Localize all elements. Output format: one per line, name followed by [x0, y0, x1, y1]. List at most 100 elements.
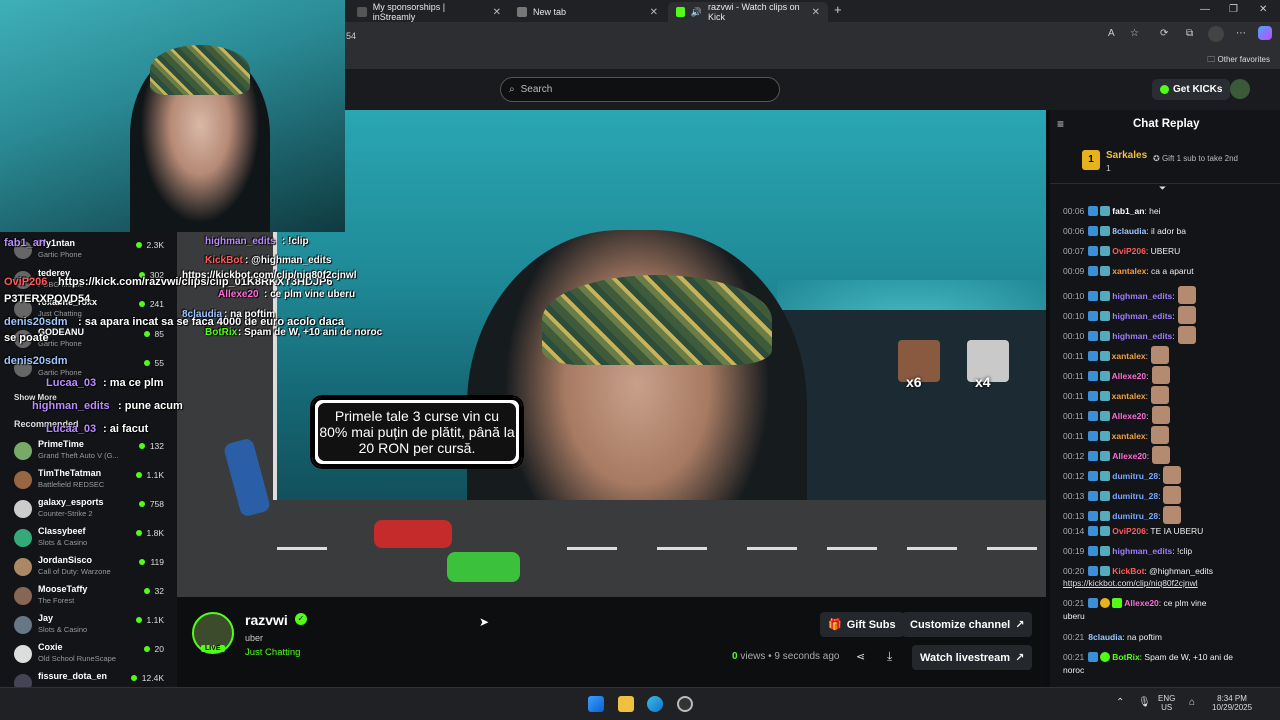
chat-username[interactable]: fab1_an: [1112, 206, 1144, 216]
network-icon[interactable]: ⌂: [1189, 697, 1195, 708]
channel-info-bar: [177, 597, 1046, 687]
refresh-icon[interactable]: ⟳: [1160, 28, 1168, 39]
close-tab-icon[interactable]: ✕: [493, 7, 501, 18]
chat-username[interactable]: Allexe20: [1124, 598, 1159, 608]
chat-username[interactable]: highman_edits: [1112, 311, 1172, 321]
chat-username[interactable]: dumitru_28: [1112, 511, 1158, 521]
tab-kick[interactable]: 🔊 razvwi - Watch clips on Kick ✕: [668, 2, 828, 22]
viewer-count: 1.1K: [136, 470, 165, 480]
sidebar-item[interactable]: MooseTaffy The Forest 32: [14, 583, 164, 611]
sidebar-item[interactable]: galaxy_esports Counter-Strike 2 758: [14, 496, 164, 524]
chat-time: 00:21: [1063, 632, 1085, 642]
chat-username[interactable]: KickBot: [1112, 566, 1144, 576]
favorite-star-icon[interactable]: ☆: [1130, 28, 1139, 39]
maximize-icon[interactable]: ❐: [1229, 4, 1238, 15]
chat-time: 00:11: [1063, 371, 1084, 381]
file-explorer-icon[interactable]: [618, 696, 634, 712]
chat-username[interactable]: Allexe20: [1112, 411, 1147, 421]
chat-username[interactable]: xantalex: [1112, 431, 1146, 441]
channel-name[interactable]: razvwi: [245, 612, 288, 628]
gift-hint-icon: ✪: [1153, 154, 1160, 163]
badge-icon: [1100, 598, 1111, 608]
clock[interactable]: 8:34 PM 10/29/2025: [1212, 694, 1252, 712]
read-aloud-icon[interactable]: A: [1108, 28, 1115, 39]
language-indicator[interactable]: ENG US: [1158, 694, 1175, 712]
minimize-icon[interactable]: —: [1200, 4, 1210, 15]
sidebar-item[interactable]: Coxie Old School RuneScape 20: [14, 641, 164, 669]
chat-username[interactable]: Allexe20: [1112, 371, 1147, 381]
chat-message: 00:10 highman_edits:: [1063, 306, 1196, 324]
channel-game: The Forest: [38, 596, 75, 605]
tab-sponsorships[interactable]: My sponsorships | inStreamly ✕: [349, 2, 509, 22]
profile-icon[interactable]: [1208, 26, 1224, 42]
viewer-count: 119: [139, 557, 164, 567]
avatar: [14, 471, 32, 489]
viewer-count: 2.3K: [136, 240, 165, 250]
microphone-icon[interactable]: 🎙: [1138, 697, 1151, 708]
chat-username[interactable]: highman_edits: [1112, 291, 1172, 301]
chat-username[interactable]: 8claudia: [1088, 632, 1122, 642]
badge-icon: [1088, 471, 1099, 481]
collapse-chat-icon[interactable]: ≡: [1057, 117, 1064, 131]
chat-username[interactable]: OviP206: [1112, 246, 1146, 256]
share-icon[interactable]: ⋖: [856, 650, 865, 663]
edge-browser-icon[interactable]: [647, 696, 663, 712]
sidebar-item[interactable]: PrimeTime Grand Theft Auto V (G... 132: [14, 438, 164, 466]
tab-new[interactable]: New tab ✕: [509, 2, 666, 22]
chat-message: 00:13 dumitru_28:: [1063, 486, 1182, 504]
chat-message: 00:06 fab1_an: hei: [1063, 206, 1160, 216]
chat-username[interactable]: xantalex: [1112, 266, 1146, 276]
filter-icon[interactable]: ⏷: [1159, 183, 1166, 194]
chat-time: 00:13: [1063, 491, 1085, 501]
chat-message: 00:06 8claudia: il ador ba: [1063, 226, 1186, 236]
tray-chevron-icon[interactable]: ⌃: [1116, 697, 1124, 708]
viewer-count: 55: [144, 358, 164, 368]
extensions-icon[interactable]: ⧉: [1186, 28, 1193, 39]
chat-username[interactable]: 8claudia: [1112, 226, 1146, 236]
close-tab-icon[interactable]: ✕: [812, 7, 820, 18]
copilot-icon[interactable]: [1258, 26, 1272, 40]
viewer-count: 12.4K: [131, 673, 164, 683]
chat-username[interactable]: xantalex: [1112, 351, 1146, 361]
user-avatar[interactable]: [1230, 79, 1250, 99]
windows-start-icon[interactable]: [588, 696, 604, 712]
close-window-icon[interactable]: ✕: [1259, 4, 1267, 15]
view-count: 0 views • 9 seconds ago: [732, 651, 839, 662]
app-icon[interactable]: [677, 696, 693, 712]
chat-username[interactable]: dumitru_28: [1112, 471, 1158, 481]
sidebar-item[interactable]: TimTheTatman Battlefield REDSEC 1.1K: [14, 467, 164, 495]
chat-time: 00:21: [1063, 652, 1085, 662]
more-menu-icon[interactable]: ⋯: [1236, 28, 1246, 39]
gift-subs-button[interactable]: 🎁 Gift Subs: [820, 612, 904, 637]
sidebar-item[interactable]: Jay Slots & Casino 1.1K: [14, 612, 164, 640]
chat-time: 00:10: [1063, 331, 1085, 341]
other-favorites[interactable]: 🗀 Other favorites: [1207, 54, 1270, 68]
get-kicks-button[interactable]: Get KICKs: [1152, 79, 1231, 100]
speaker-icon[interactable]: 🔊: [691, 7, 702, 18]
badge-icon: [1088, 246, 1099, 256]
watch-livestream-button[interactable]: Watch livestream ↗: [912, 645, 1033, 670]
chat-time: 00:11: [1063, 431, 1084, 441]
chat-link[interactable]: https://kickbot.com/clip/niq80f2cjnwl: [1063, 578, 1198, 588]
chat-username[interactable]: Allexe20: [1112, 451, 1147, 461]
avatar: [14, 645, 32, 663]
chat-text: :: [1145, 391, 1149, 401]
chat-text: uberu: [1063, 611, 1085, 621]
new-tab-plus-icon[interactable]: +: [834, 2, 842, 17]
download-icon[interactable]: ⤓: [887, 649, 892, 664]
viewer-count: 32: [144, 586, 164, 596]
chat-username[interactable]: dumitru_28: [1112, 491, 1158, 501]
sidebar-item[interactable]: Classybeef Slots & Casino 1.8K: [14, 525, 164, 553]
chat-username[interactable]: xantalex: [1112, 391, 1146, 401]
url-input[interactable]: 54: [346, 26, 1096, 46]
close-tab-icon[interactable]: ✕: [650, 7, 658, 18]
chat-username[interactable]: BotRix: [1112, 652, 1139, 662]
search-input[interactable]: ⌕ Search: [500, 77, 780, 102]
sidebar-item[interactable]: JordanSisco Call of Duty: Warzone 119: [14, 554, 164, 582]
chat-username[interactable]: highman_edits: [1112, 331, 1172, 341]
chat-username[interactable]: highman_edits: [1112, 546, 1172, 556]
stream-category[interactable]: Just Chatting: [245, 647, 300, 658]
chat-username[interactable]: OviP206: [1112, 526, 1146, 536]
customize-channel-button[interactable]: Customize channel ↗: [902, 612, 1033, 637]
chat-text: :: [1158, 471, 1161, 481]
